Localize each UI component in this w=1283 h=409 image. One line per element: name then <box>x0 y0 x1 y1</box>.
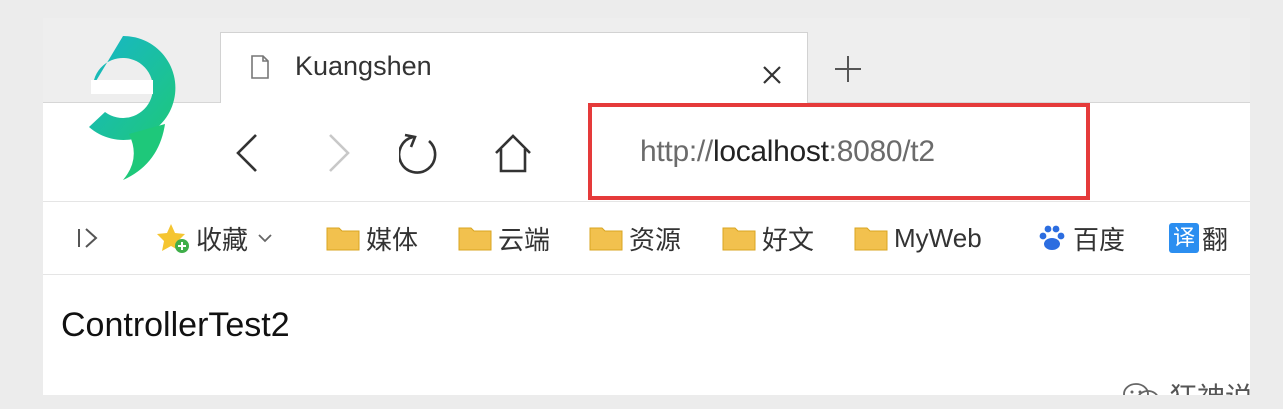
active-tab[interactable]: Kuangshen <box>220 32 808 103</box>
bookmark-folder-media[interactable]: 媒体 <box>326 221 418 255</box>
paw-icon <box>1039 225 1065 250</box>
watermark-text: 狂神说 <box>1169 376 1250 395</box>
wechat-icon <box>1123 383 1158 395</box>
url-path: :8080/t2 <box>828 135 935 168</box>
bookmark-label: 百度 <box>1073 224 1126 255</box>
refresh-icon[interactable] <box>399 131 439 175</box>
bookmark-label: 云端 <box>498 224 551 255</box>
bookmark-folder-resources[interactable]: 资源 <box>589 221 681 255</box>
favorites-menu[interactable]: 收藏 <box>156 221 274 255</box>
folder-icon <box>326 227 360 251</box>
bookmark-baidu[interactable]: 百度 <box>1037 221 1125 255</box>
folder-icon <box>722 227 756 251</box>
bookmark-label: 资源 <box>629 224 682 255</box>
close-icon[interactable] <box>758 61 786 89</box>
new-tab-icon[interactable] <box>833 54 863 84</box>
tab-title: Kuangshen <box>295 51 432 81</box>
bookmark-folder-articles[interactable]: 好文 <box>722 221 814 255</box>
home-icon[interactable] <box>493 131 533 175</box>
chevron-down-icon <box>258 234 272 243</box>
bookmark-label: 媒体 <box>366 224 419 255</box>
watermark: 狂神说 <box>1121 376 1250 395</box>
bookmark-translate[interactable]: 译 翻 <box>1169 221 1228 255</box>
url-scheme: http:// <box>640 135 713 168</box>
folder-icon <box>458 227 492 251</box>
sidebar-toggle-icon[interactable] <box>76 221 100 255</box>
translate-icon: 译 <box>1169 223 1199 253</box>
folder-icon <box>589 227 623 251</box>
forward-icon[interactable] <box>318 131 358 175</box>
page-icon <box>251 55 269 79</box>
url-host: localhost <box>712 135 829 168</box>
tab-strip: Kuangshen <box>43 18 1250 103</box>
bookmark-folder-myweb[interactable]: MyWeb <box>854 221 982 255</box>
browser-window: Kuangshen http://localhost:8080/t2 收藏 媒体… <box>43 18 1250 395</box>
favorites-label: 收藏 <box>196 224 249 255</box>
url-text[interactable]: http://localhost:8080/t2 <box>640 135 935 169</box>
page-content-text: ControllerTest2 <box>61 306 290 344</box>
bookmark-label: 好文 <box>762 224 815 255</box>
bookmark-label: 翻 <box>1202 224 1229 255</box>
bookmarks-bar: 收藏 媒体 云端 资源 好文 MyWeb 百度 译 翻 <box>43 201 1250 275</box>
folder-icon <box>854 227 888 251</box>
back-icon[interactable] <box>228 131 268 175</box>
bookmark-folder-cloud[interactable]: 云端 <box>458 221 550 255</box>
navigation-bar: http://localhost:8080/t2 <box>43 103 1250 201</box>
star-icon <box>157 224 189 253</box>
address-bar[interactable]: http://localhost:8080/t2 <box>588 103 1090 200</box>
bookmark-label: MyWeb <box>894 222 982 253</box>
